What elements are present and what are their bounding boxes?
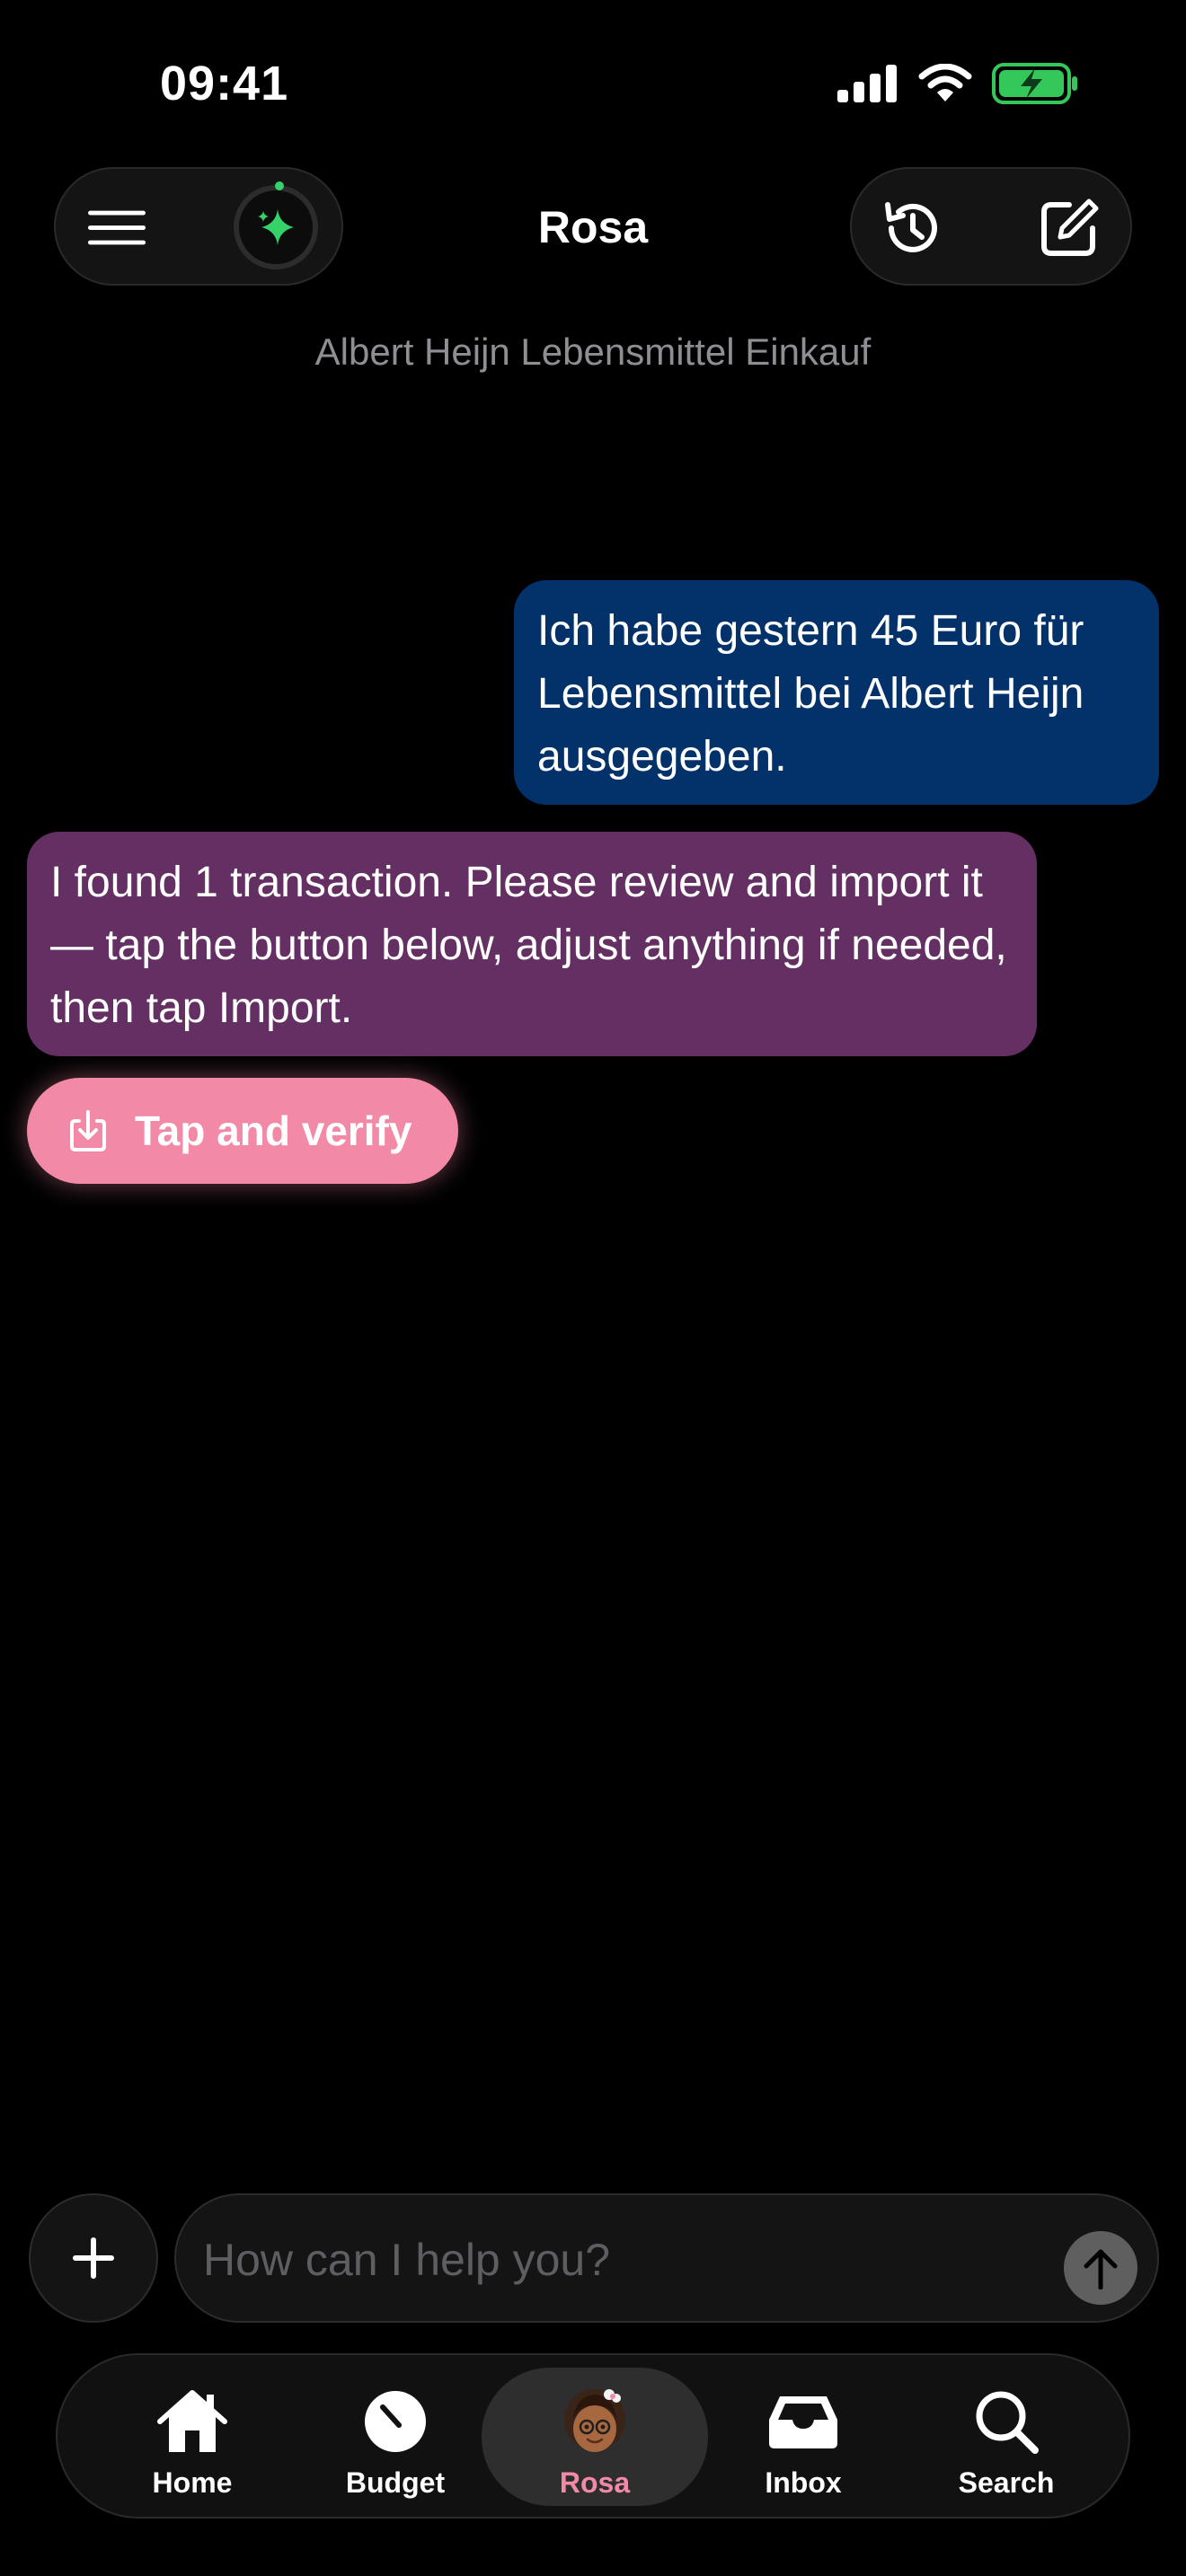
status-icons [837,63,1078,104]
cellular-signal-icon [837,65,897,102]
arrow-up-icon [1084,2249,1118,2289]
tab-bar: Home Budget Rosa Inbox Search [56,2353,1130,2519]
conversation-subtitle: Albert Heijn Lebensmittel Einkauf [314,331,872,373]
history-button[interactable] [879,196,943,260]
history-icon [885,202,937,252]
wifi-icon [918,64,972,101]
download-tray-icon [70,1110,106,1151]
message-input[interactable] [203,2222,994,2298]
chat-screen: 09:41 Rosa Albert Heijn Lebensmittel Ein… [0,0,1186,2576]
avatar-icon [564,2389,625,2452]
user-message-bubble: Ich habe gestern 45 Euro für Lebensmitte… [514,580,1159,805]
tap-and-verify-label: Tap and verify [135,1107,412,1154]
send-button[interactable] [1064,2231,1137,2305]
magnifier-icon [976,2391,1039,2454]
inbox-tray-icon [769,2396,837,2448]
tab-budget-label: Budget [345,2466,446,2499]
status-dot [275,181,284,190]
assistant-message-bubble: I found 1 transaction. Please review and… [27,832,1037,1056]
tab-home[interactable]: Home [93,2368,291,2506]
tab-search-label: Search [958,2466,1055,2499]
message-composer [174,2193,1159,2323]
tab-inbox-label: Inbox [765,2466,842,2499]
plus-icon [73,2237,114,2279]
battery-charging-icon [992,63,1077,104]
compose-icon [1041,198,1099,256]
tab-home-label: Home [152,2466,233,2499]
tab-rosa[interactable]: Rosa [482,2368,708,2506]
gauge-icon [365,2391,426,2452]
tab-rosa-label: Rosa [559,2466,631,2499]
tab-inbox[interactable]: Inbox [704,2368,902,2506]
status-time: 09:41 [160,57,289,110]
header-right-group [850,167,1132,286]
tab-budget[interactable]: Budget [296,2368,494,2506]
tab-search[interactable]: Search [907,2368,1105,2506]
tap-and-verify-button[interactable]: Tap and verify [27,1078,458,1184]
add-attachment-button[interactable] [29,2193,158,2323]
new-chat-button[interactable] [1037,196,1102,260]
house-icon [157,2390,227,2452]
